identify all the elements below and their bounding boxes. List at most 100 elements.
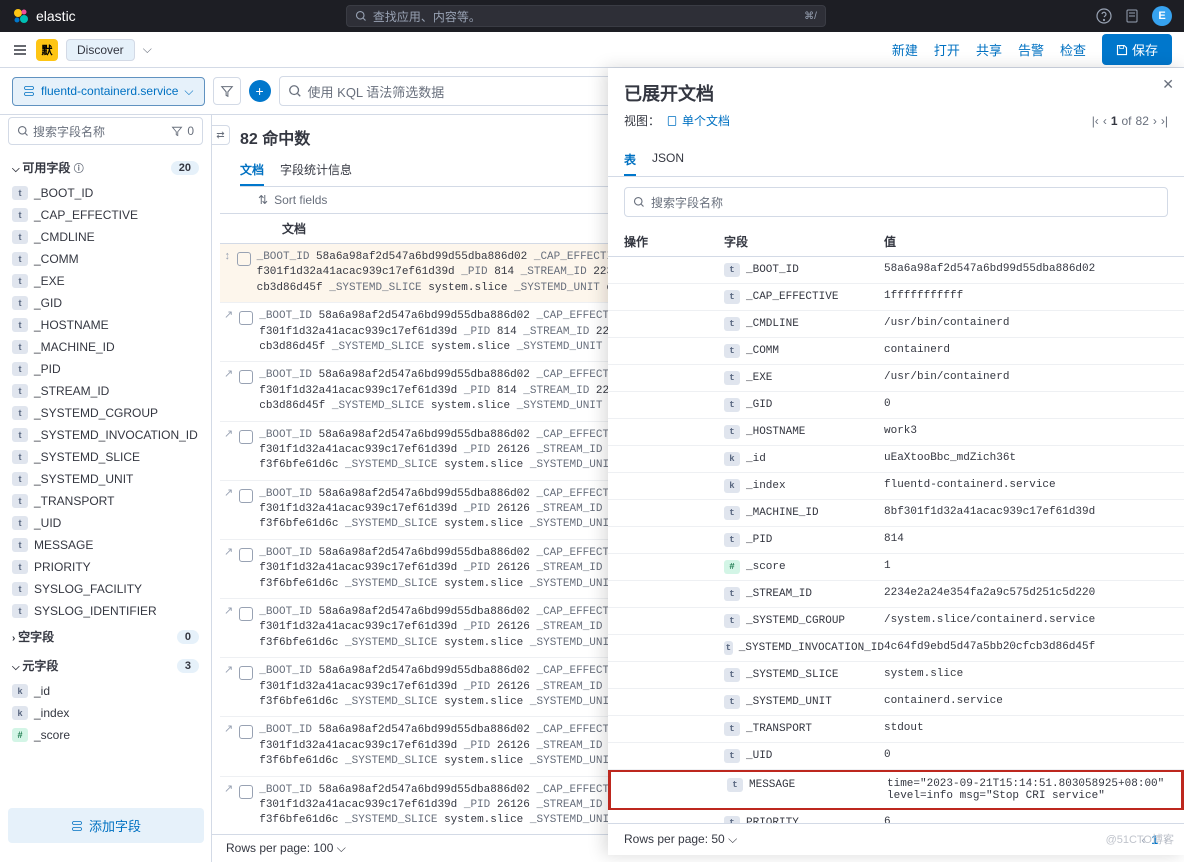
field-item[interactable]: t_EXE [8, 270, 203, 292]
detail-row[interactable]: t_STREAM_ID2234e2a24e354fa2a9c575d251c5d… [608, 581, 1184, 608]
rows-per-page[interactable]: Rows per page: 100 ⌵ [226, 841, 346, 856]
tab-documents[interactable]: 文档 [240, 155, 264, 186]
row-expand-icon[interactable]: ↕ [220, 250, 235, 296]
empty-fields-header[interactable]: › 空字段 0 [8, 622, 203, 651]
filter-button[interactable] [213, 77, 241, 105]
detail-row[interactable]: t_COMMcontainerd [608, 338, 1184, 365]
field-item[interactable]: t_COMM [8, 248, 203, 270]
field-item[interactable]: t_SYSTEMD_UNIT [8, 468, 203, 490]
sort-icon[interactable]: ⇅ [258, 193, 268, 207]
field-item[interactable]: t_STREAM_ID [8, 380, 203, 402]
detail-row[interactable]: t_SYSTEMD_UNITcontainerd.service [608, 689, 1184, 716]
detail-row[interactable]: k_iduEaXtooBbc_mdZich36t [608, 446, 1184, 473]
row-checkbox[interactable] [239, 607, 253, 621]
field-item[interactable]: tMESSAGE [8, 534, 203, 556]
row-expand-icon[interactable]: ↗ [220, 487, 237, 533]
detail-row[interactable]: #_score1 [608, 554, 1184, 581]
meta-fields-header[interactable]: ⌵ 元字段 3 [8, 651, 203, 680]
field-item[interactable]: t_CAP_EFFECTIVE [8, 204, 203, 226]
index-pattern-selector[interactable]: fluentd-containerd.service ⌵ [12, 77, 205, 106]
row-checkbox[interactable] [239, 785, 253, 799]
detail-row[interactable]: t_TRANSPORTstdout [608, 716, 1184, 743]
row-checkbox[interactable] [239, 311, 253, 325]
row-checkbox[interactable] [239, 666, 253, 680]
row-checkbox[interactable] [239, 489, 253, 503]
field-item[interactable]: t_MACHINE_ID [8, 336, 203, 358]
add-filter-button[interactable]: + [249, 80, 271, 102]
row-expand-icon[interactable]: ↗ [220, 723, 237, 769]
field-item[interactable]: k_id [8, 680, 203, 702]
tab-field-stats[interactable]: 字段统计信息 [280, 155, 352, 186]
nav-link[interactable]: 告警 [1018, 40, 1044, 59]
field-item[interactable]: t_SYSTEMD_INVOCATION_ID [8, 424, 203, 446]
row-expand-icon[interactable]: ↗ [220, 309, 237, 355]
field-item[interactable]: t_UID [8, 512, 203, 534]
row-expand-icon[interactable]: ↗ [220, 605, 237, 651]
field-item[interactable]: #_score [8, 724, 203, 746]
detail-row[interactable]: t_HOSTNAMEwork3 [608, 419, 1184, 446]
nav-link[interactable]: 打开 [934, 40, 960, 59]
field-item[interactable]: t_HOSTNAME [8, 314, 203, 336]
field-search-input[interactable]: 搜索字段名称 0 [8, 117, 203, 145]
brand-logo[interactable]: elastic [12, 7, 76, 25]
field-item[interactable]: t_SYSTEMD_SLICE [8, 446, 203, 468]
field-item[interactable]: t_TRANSPORT [8, 490, 203, 512]
close-icon[interactable]: ✕ [1162, 76, 1174, 93]
row-checkbox[interactable] [239, 430, 253, 444]
single-doc-link[interactable]: 单个文档 [666, 112, 730, 129]
flyout-pagination[interactable]: |‹‹ 1 of 82 ››| [1092, 114, 1168, 128]
row-expand-icon[interactable]: ↗ [220, 368, 237, 414]
row-expand-icon[interactable]: ↗ [220, 664, 237, 710]
nav-link[interactable]: 共享 [976, 40, 1002, 59]
save-button[interactable]: 保存 [1102, 34, 1172, 65]
row-checkbox[interactable] [239, 370, 253, 384]
detail-row[interactable]: t_EXE/usr/bin/containerd [608, 365, 1184, 392]
field-item[interactable]: t_CMDLINE [8, 226, 203, 248]
flyout-rows-per-page[interactable]: Rows per page: 50 ⌵ [624, 832, 737, 847]
nav-link[interactable]: 检查 [1060, 40, 1086, 59]
detail-row[interactable]: t_BOOT_ID58a6a98af2d547a6bd99d55dba886d0… [608, 257, 1184, 284]
row-expand-icon[interactable]: ↗ [220, 783, 237, 829]
row-checkbox[interactable] [237, 252, 251, 266]
nav-toggle-icon[interactable] [12, 42, 28, 58]
nav-link[interactable]: 新建 [892, 40, 918, 59]
add-field-button[interactable]: 添加字段 [8, 808, 204, 843]
help-icon[interactable] [1096, 8, 1112, 24]
detail-row[interactable]: tPRIORITY6 [608, 810, 1184, 823]
global-search[interactable]: 查找应用、内容等。 ⌘/ [346, 5, 826, 27]
app-name-button[interactable]: Discover [66, 39, 135, 61]
user-avatar[interactable]: E [1152, 6, 1172, 26]
field-item[interactable]: t_GID [8, 292, 203, 314]
detail-row[interactable]: k_indexfluentd-containerd.service [608, 473, 1184, 500]
field-item[interactable]: tPRIORITY [8, 556, 203, 578]
detail-row[interactable]: t_SYSTEMD_SLICEsystem.slice [608, 662, 1184, 689]
field-item[interactable]: t_PID [8, 358, 203, 380]
field-item[interactable]: t_SYSTEMD_CGROUP [8, 402, 203, 424]
space-badge[interactable]: 默 [36, 39, 58, 61]
chevron-down-icon[interactable]: ⌵ [143, 42, 152, 57]
field-item[interactable]: t_BOOT_ID [8, 182, 203, 204]
row-checkbox[interactable] [239, 725, 253, 739]
detail-row[interactable]: t_PID814 [608, 527, 1184, 554]
row-checkbox[interactable] [239, 548, 253, 562]
row-expand-icon[interactable]: ↗ [220, 428, 237, 474]
field-item[interactable]: k_index [8, 702, 203, 724]
field-item[interactable]: tSYSLOG_FACILITY [8, 578, 203, 600]
tab-json[interactable]: JSON [652, 145, 684, 176]
collapse-sidebar-icon[interactable]: ⇄ [212, 125, 230, 145]
detail-row[interactable]: t_CMDLINE/usr/bin/containerd [608, 311, 1184, 338]
row-expand-icon[interactable]: ↗ [220, 546, 237, 592]
detail-row[interactable]: tMESSAGEtime="2023-09-21T15:14:51.803058… [608, 770, 1184, 810]
available-fields-header[interactable]: ⌵ 可用字段 ⓘ 20 [8, 153, 203, 182]
detail-row[interactable]: t_MACHINE_ID8bf301f1d32a41acac939c17ef61… [608, 500, 1184, 527]
field-item[interactable]: tSYSLOG_IDENTIFIER [8, 600, 203, 622]
newsfeed-icon[interactable] [1124, 8, 1140, 24]
detail-row[interactable]: t_CAP_EFFECTIVE1fffffffffff [608, 284, 1184, 311]
detail-row[interactable]: t_SYSTEMD_INVOCATION_ID4c64fd9ebd5d47a5b… [608, 635, 1184, 662]
column-header-doc[interactable]: 文档 [282, 220, 306, 237]
detail-row[interactable]: t_SYSTEMD_CGROUP/system.slice/containerd… [608, 608, 1184, 635]
tab-table[interactable]: 表 [624, 145, 636, 176]
flyout-field-search[interactable]: 搜索字段名称 [624, 187, 1168, 217]
filter-icon[interactable]: 0 [171, 124, 194, 138]
detail-row[interactable]: t_GID0 [608, 392, 1184, 419]
